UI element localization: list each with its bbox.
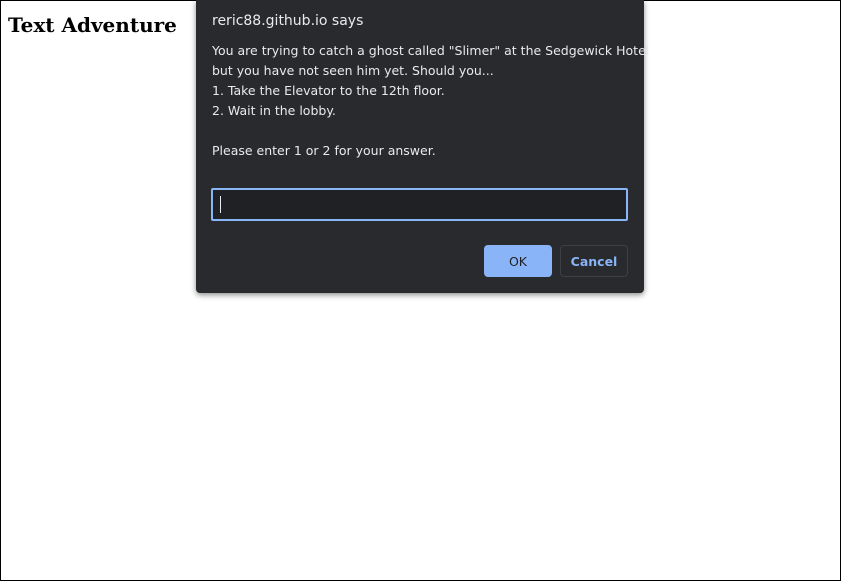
message-line: Please enter 1 or 2 for your answer. (212, 143, 436, 158)
message-line: You are trying to catch a ghost called "… (212, 43, 650, 58)
message-line: 2. Wait in the lobby. (212, 103, 336, 118)
message-line: but you have not seen him yet. Should yo… (212, 63, 494, 78)
message-line (212, 121, 632, 141)
dialog-message: You are trying to catch a ghost called "… (212, 41, 650, 161)
page-title: Text Adventure (8, 13, 177, 37)
text-caret (220, 196, 221, 213)
answer-input[interactable] (211, 188, 628, 221)
prompt-dialog: reric88.github.io says You are trying to… (196, 0, 650, 293)
cancel-button[interactable]: Cancel (560, 245, 628, 277)
message-line: 1. Take the Elevator to the 12th floor. (212, 83, 445, 98)
dialog-title: reric88.github.io says (212, 13, 364, 29)
ok-button[interactable]: OK (484, 245, 552, 277)
